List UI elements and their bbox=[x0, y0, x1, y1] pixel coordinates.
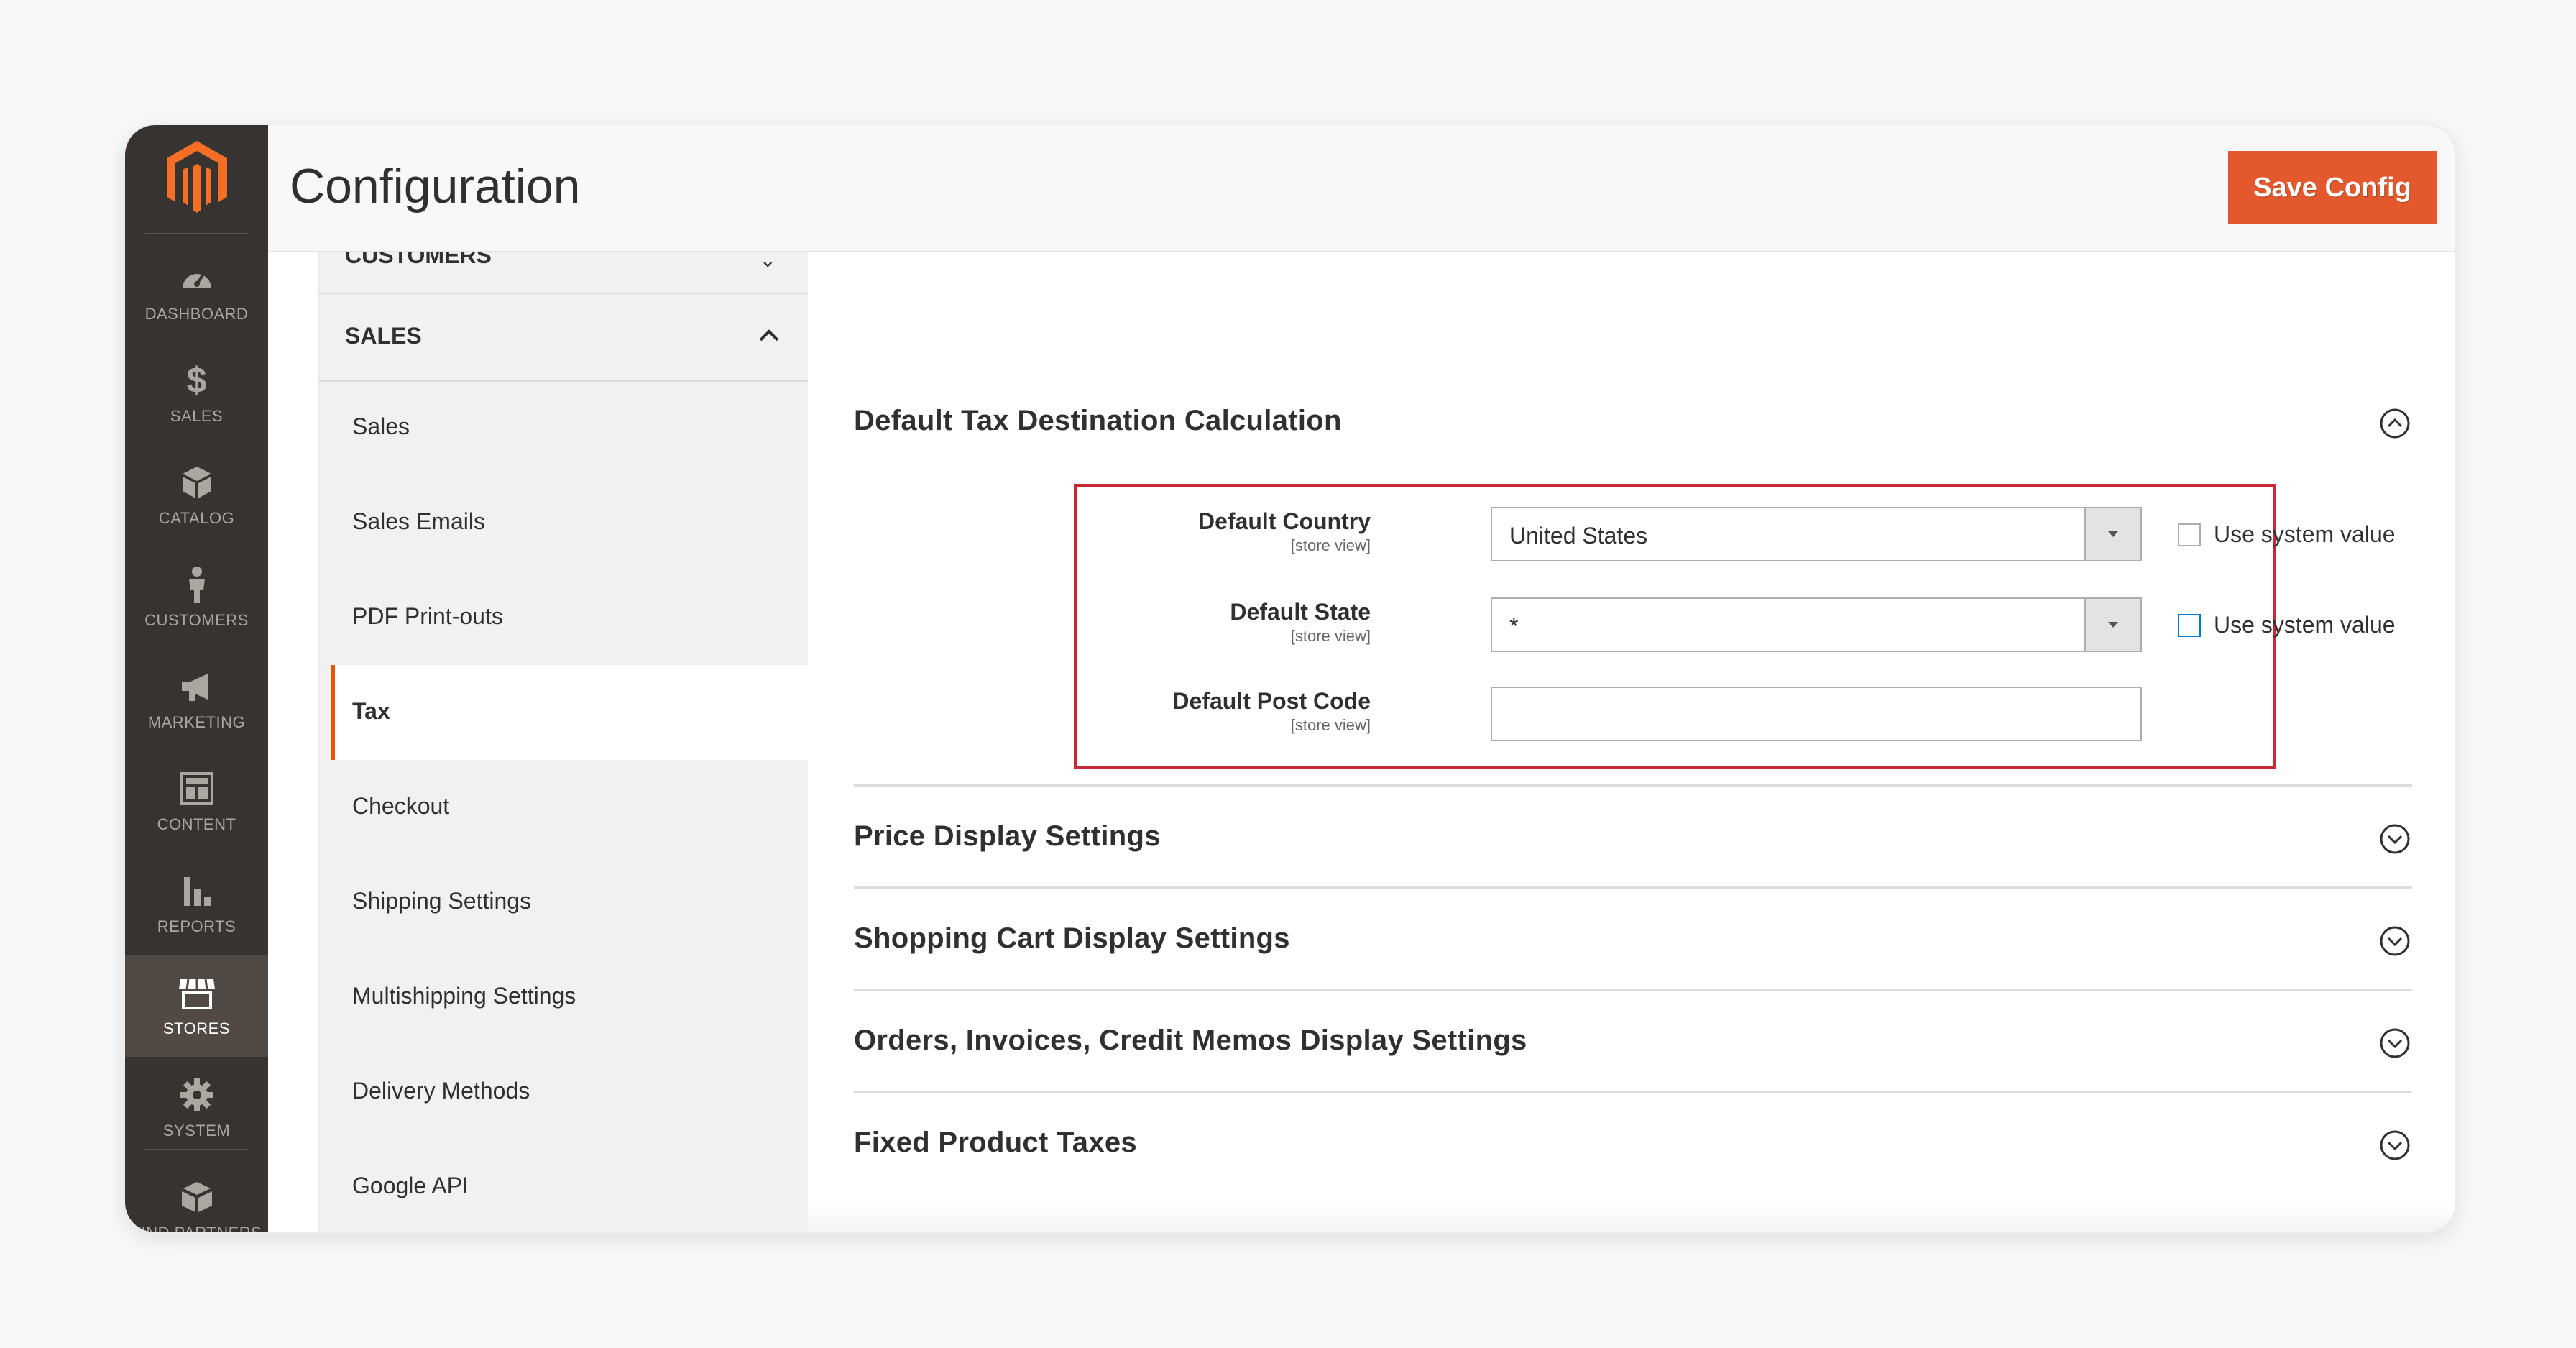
nav-customers[interactable]: CUSTOMERS bbox=[125, 546, 268, 648]
nav-reports[interactable]: REPORTS bbox=[125, 853, 268, 955]
default-country-select[interactable]: United States bbox=[1491, 507, 2142, 561]
subtab-shipping-settings[interactable]: Shipping Settings bbox=[319, 855, 808, 950]
dropdown-arrow-icon[interactable] bbox=[2084, 508, 2140, 560]
default-post-code-input[interactable] bbox=[1491, 687, 2142, 741]
field-label-default-country: Default Country [store view] bbox=[1198, 508, 1371, 554]
person-icon bbox=[125, 567, 268, 603]
dashboard-icon bbox=[125, 260, 268, 296]
subtab-multishipping-settings[interactable]: Multishipping Settings bbox=[319, 950, 808, 1045]
tab-sales[interactable]: SALES bbox=[319, 293, 808, 382]
use-system-value-checkbox[interactable] bbox=[2178, 523, 2201, 546]
gear-icon bbox=[125, 1077, 268, 1113]
page-header: Configuration Save Config bbox=[268, 125, 2455, 252]
nav-find-partners[interactable]: FIND PARTNERS bbox=[125, 1159, 268, 1232]
save-config-button[interactable]: Save Config bbox=[2228, 151, 2437, 224]
subtab-pdf-printouts[interactable]: PDF Print-outs bbox=[319, 570, 808, 665]
expand-circle-down-icon[interactable] bbox=[2379, 1129, 2411, 1161]
use-system-value-checkbox[interactable] bbox=[2178, 613, 2201, 637]
nav-divider bbox=[145, 1149, 248, 1150]
logo-divider bbox=[145, 233, 248, 234]
section-divider bbox=[854, 784, 2412, 787]
tab-customers[interactable]: CUSTOMERS ⌄ bbox=[319, 252, 808, 294]
nav-content[interactable]: CONTENT bbox=[125, 751, 268, 853]
subtab-tax[interactable]: Tax bbox=[331, 665, 808, 760]
bar-chart-icon bbox=[125, 873, 268, 909]
section-divider bbox=[854, 989, 2412, 991]
subtab-sales-emails[interactable]: Sales Emails bbox=[319, 475, 808, 570]
expand-circle-down-icon[interactable] bbox=[2379, 925, 2411, 957]
field-label-default-state: Default State [store view] bbox=[1230, 599, 1371, 645]
dropdown-arrow-icon[interactable] bbox=[2084, 599, 2140, 651]
bottom-fade bbox=[808, 1203, 2455, 1232]
default-state-select[interactable]: * bbox=[1491, 597, 2142, 652]
admin-menu: DASHBOARD $ SALES CATALOG CUSTOMERS MARK… bbox=[125, 125, 268, 1232]
collapse-circle-up-icon[interactable] bbox=[2379, 408, 2411, 439]
section-title-default-tax-destination[interactable]: Default Tax Destination Calculation bbox=[854, 405, 1342, 437]
section-divider bbox=[854, 1091, 2412, 1093]
config-tabs: CUSTOMERS ⌄ SALES Sales Sales Emails PDF… bbox=[318, 252, 809, 1232]
section-title-shopping-cart-display[interactable]: Shopping Cart Display Settings bbox=[854, 922, 1290, 955]
megaphone-icon bbox=[125, 669, 268, 705]
expand-circle-down-icon[interactable] bbox=[2379, 1027, 2411, 1059]
default-state-use-system-value[interactable]: Use system value bbox=[2178, 612, 2396, 638]
nav-marketing[interactable]: MARKETING bbox=[125, 648, 268, 751]
nav-sales[interactable]: $ SALES bbox=[125, 342, 268, 444]
subtab-sales[interactable]: Sales bbox=[319, 380, 808, 475]
field-label-default-post-code: Default Post Code [store view] bbox=[1172, 688, 1371, 734]
cube-icon bbox=[125, 464, 268, 500]
admin-window: DASHBOARD $ SALES CATALOG CUSTOMERS MARK… bbox=[124, 124, 2457, 1234]
section-divider bbox=[854, 886, 2412, 889]
subtab-delivery-methods[interactable]: Delivery Methods bbox=[319, 1045, 808, 1140]
layout-icon bbox=[125, 771, 268, 807]
magento-logo-icon[interactable] bbox=[161, 138, 233, 217]
dollar-icon: $ bbox=[186, 360, 207, 400]
default-country-use-system-value[interactable]: Use system value bbox=[2178, 521, 2396, 548]
section-title-price-display[interactable]: Price Display Settings bbox=[854, 820, 1161, 853]
chevron-down-icon: ⌄ bbox=[759, 252, 776, 271]
config-main: Default Tax Destination Calculation Defa… bbox=[808, 252, 2455, 1232]
boxes-icon bbox=[125, 1179, 268, 1215]
nav-stores[interactable]: STORES bbox=[125, 955, 268, 1057]
chevron-up-icon bbox=[755, 321, 783, 350]
section-title-orders-invoices[interactable]: Orders, Invoices, Credit Memos Display S… bbox=[854, 1024, 1527, 1057]
expand-circle-down-icon[interactable] bbox=[2379, 823, 2411, 855]
nav-system[interactable]: SYSTEM bbox=[125, 1057, 268, 1159]
nav-catalog[interactable]: CATALOG bbox=[125, 444, 268, 546]
page-title: Configuration bbox=[290, 159, 581, 214]
subtab-checkout[interactable]: Checkout bbox=[319, 760, 808, 855]
store-icon bbox=[125, 975, 268, 1011]
section-title-fixed-product-taxes[interactable]: Fixed Product Taxes bbox=[854, 1127, 1137, 1159]
nav-dashboard[interactable]: DASHBOARD bbox=[125, 240, 268, 342]
subtab-google-api[interactable]: Google API bbox=[319, 1140, 808, 1232]
